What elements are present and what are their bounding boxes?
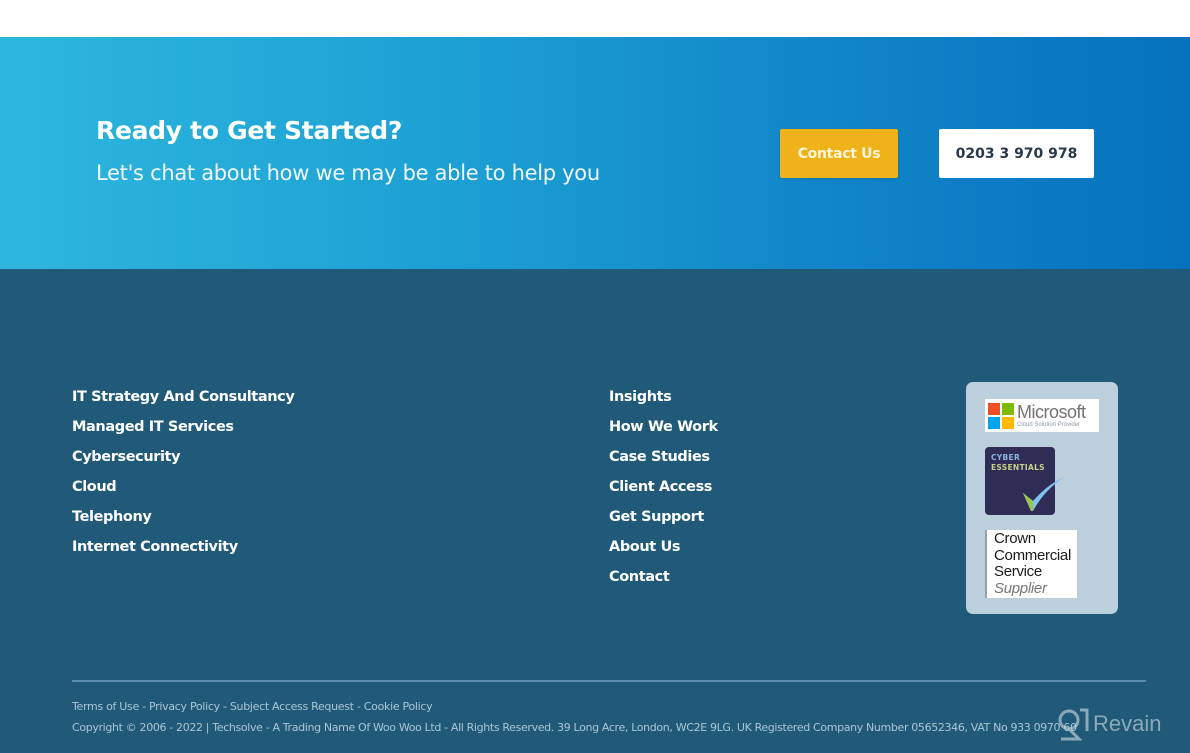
- page-top-area: [0, 0, 1190, 37]
- footer-link-item: IT Strategy And Consultancy: [72, 385, 295, 415]
- cta-banner: Ready to Get Started? Let's chat about h…: [0, 37, 1190, 269]
- footer-link-item: Insights: [609, 385, 718, 415]
- terms-of-use-link[interactable]: Terms of Use: [72, 700, 139, 713]
- legal-separator: -: [219, 700, 230, 713]
- ccs-line4: Supplier: [994, 579, 1047, 597]
- footer-link-get-support[interactable]: Get Support: [609, 509, 704, 525]
- footer-link-item: Internet Connectivity: [72, 535, 294, 565]
- footer-link-case-studies[interactable]: Case Studies: [609, 449, 710, 465]
- checkmark-icon: [1023, 477, 1065, 511]
- cyber-essentials-line2: ESSENTIALS: [991, 463, 1045, 472]
- footer-link-item: Managed IT Services: [72, 415, 294, 445]
- ccs-line1: Crown: [994, 530, 1036, 547]
- footer-link-client-access[interactable]: Client Access: [609, 479, 712, 495]
- footer-link-about-us[interactable]: About Us: [609, 539, 680, 555]
- footer-link-item: Contact: [609, 565, 718, 595]
- footer-divider: [72, 680, 1146, 682]
- footer-link-item: Case Studies: [609, 445, 718, 475]
- cyber-essentials-badge: CYBER ESSENTIALS: [985, 447, 1065, 515]
- footer-link-item: How We Work: [609, 415, 718, 445]
- cyber-essentials-line1: CYBER: [991, 453, 1021, 462]
- microsoft-badge-subtitle: Cloud Solution Provider: [1017, 422, 1081, 428]
- ccs-line3: Service: [994, 563, 1042, 580]
- footer-link-item: Get Support: [609, 505, 718, 535]
- cta-subtitle: Let's chat about how we may be able to h…: [96, 161, 600, 185]
- footer-link-item: Cybersecurity: [72, 445, 294, 475]
- services-links-list: IT Strategy And Consultancy Managed IT S…: [72, 385, 295, 565]
- footer-link-it-strategy[interactable]: IT Strategy And Consultancy: [72, 389, 295, 405]
- phone-number-button[interactable]: 0203 3 970 978: [939, 129, 1094, 178]
- footer-link-insights[interactable]: Insights: [609, 389, 672, 405]
- legal-separator: -: [138, 700, 150, 713]
- revain-watermark-label: Revain: [1093, 711, 1162, 736]
- footer-link-cloud[interactable]: Cloud: [72, 479, 117, 495]
- footer-link-item: Client Access: [609, 475, 718, 505]
- revain-watermark: Revain: [1057, 707, 1161, 741]
- legal-links: Terms of Use - Privacy Policy - Subject …: [72, 700, 433, 713]
- crown-commercial-service-badge: Crown Commercial Service Supplier: [985, 530, 1077, 598]
- ccs-line2: Commercial: [994, 546, 1072, 564]
- footer-link-how-we-work[interactable]: How We Work: [609, 419, 718, 435]
- footer-link-item: About Us: [609, 535, 718, 565]
- copyright-text: Copyright © 2006 - 2022 | Techsolve - A …: [72, 721, 1077, 734]
- footer-link-item: Cloud: [72, 475, 294, 505]
- legal-separator: -: [353, 700, 364, 713]
- accreditation-badges-panel: Microsoft Cloud Solution Provider CYBER …: [966, 382, 1118, 614]
- footer-link-internet-connectivity[interactable]: Internet Connectivity: [72, 539, 238, 555]
- microsoft-logo-icon: [988, 402, 1014, 429]
- microsoft-csp-badge: Microsoft Cloud Solution Provider: [985, 399, 1099, 432]
- company-links-list: Insights How We Work Case Studies Client…: [609, 385, 718, 595]
- contact-us-button[interactable]: Contact Us: [780, 129, 898, 178]
- cta-title: Ready to Get Started?: [96, 116, 403, 145]
- subject-access-request-link[interactable]: Subject Access Request: [230, 700, 354, 713]
- site-footer: IT Strategy And Consultancy Managed IT S…: [0, 269, 1190, 753]
- microsoft-badge-name: Microsoft: [1017, 402, 1086, 422]
- footer-link-contact[interactable]: Contact: [609, 569, 670, 585]
- footer-link-telephony[interactable]: Telephony: [72, 509, 152, 525]
- privacy-policy-link[interactable]: Privacy Policy: [149, 700, 220, 713]
- revain-logo-icon: [1058, 708, 1089, 741]
- footer-link-cybersecurity[interactable]: Cybersecurity: [72, 449, 181, 465]
- footer-link-item: Telephony: [72, 505, 294, 535]
- footer-link-managed-it[interactable]: Managed IT Services: [72, 419, 234, 435]
- cookie-policy-link[interactable]: Cookie Policy: [364, 700, 433, 713]
